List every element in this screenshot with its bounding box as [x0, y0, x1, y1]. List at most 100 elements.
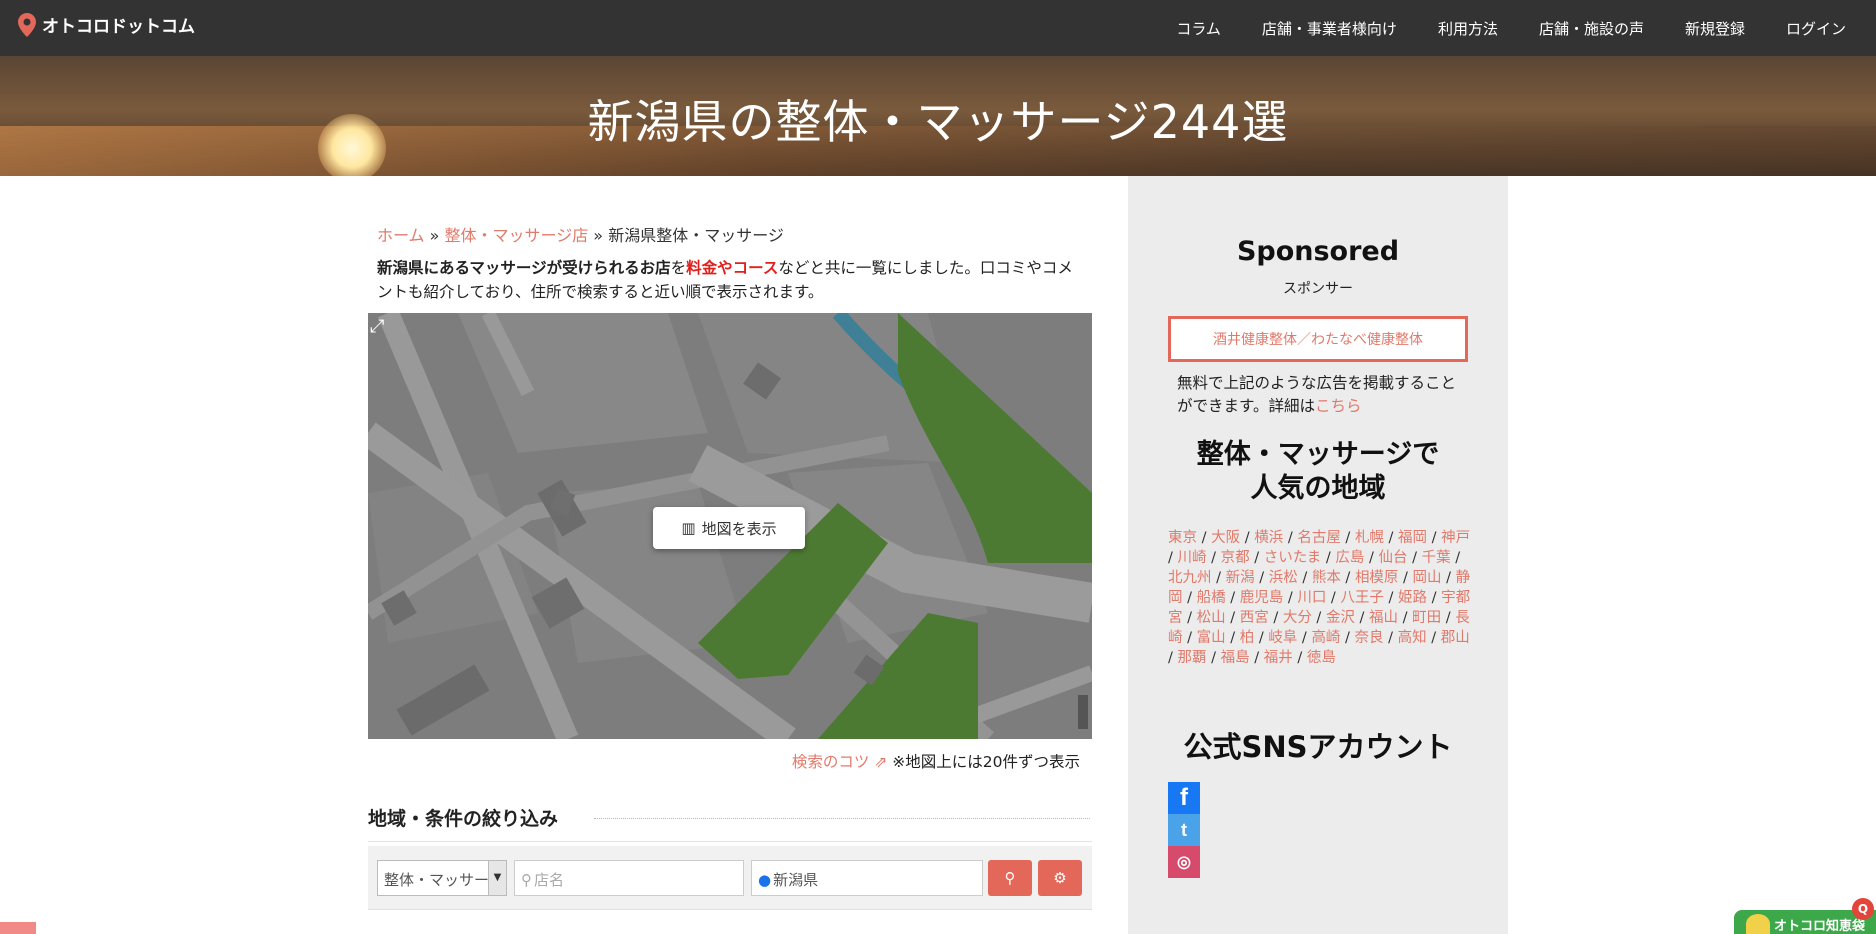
site-name: オトコロドットコム	[42, 17, 195, 37]
popular-title-line2: 人気の地域	[1250, 473, 1386, 504]
region-separator: /	[1297, 630, 1312, 646]
region-link[interactable]: 北九州	[1168, 570, 1212, 586]
region-separator: /	[1182, 630, 1197, 646]
region-link[interactable]: 町田	[1412, 610, 1441, 626]
map-pin-icon	[18, 12, 36, 37]
region-separator: /	[1197, 530, 1212, 546]
region-separator: /	[1225, 590, 1240, 606]
region-link[interactable]: 那覇	[1178, 650, 1207, 666]
region-link[interactable]: 姫路	[1398, 590, 1427, 606]
region-link[interactable]: 神戸	[1441, 530, 1470, 546]
location-input[interactable]: ● 新潟県	[751, 860, 983, 896]
region-link[interactable]: 船橋	[1197, 590, 1226, 606]
region-link[interactable]: 福岡	[1398, 530, 1427, 546]
region-link[interactable]: 西宮	[1240, 610, 1269, 626]
sponsored-ad-link[interactable]: 酒井健康整体／わたなべ健康整体	[1168, 316, 1468, 362]
sponsored-title: Sponsored	[1236, 236, 1400, 267]
nav-login[interactable]: ログイン	[1786, 18, 1846, 39]
nav-register[interactable]: 新規登録	[1685, 18, 1745, 39]
site-logo[interactable]: オトコロドットコム	[18, 12, 195, 37]
region-link[interactable]: 浜松	[1269, 570, 1298, 586]
region-link[interactable]: 徳島	[1307, 650, 1336, 666]
instagram-icon[interactable]: ◎	[1168, 846, 1200, 878]
intro-highlight: 料金やコース	[686, 259, 779, 277]
region-link[interactable]: 福山	[1369, 610, 1398, 626]
region-separator: /	[1427, 530, 1442, 546]
region-link[interactable]: さいたま	[1264, 550, 1322, 566]
region-link[interactable]: 岡山	[1413, 570, 1442, 586]
region-link[interactable]: 札幌	[1355, 530, 1384, 546]
region-link[interactable]: 奈良	[1355, 630, 1384, 646]
map-note: ※地図上には20件ずつ表示	[892, 753, 1080, 771]
nav-column[interactable]: コラム	[1176, 18, 1221, 39]
breadcrumb-category[interactable]: 整体・マッサージ店	[445, 226, 589, 245]
region-link[interactable]: 高崎	[1311, 630, 1340, 646]
region-link[interactable]: 相模原	[1355, 570, 1399, 586]
region-link[interactable]: 千葉	[1422, 550, 1451, 566]
chevron-down-icon: ▼	[488, 861, 506, 895]
show-map-button[interactable]: ▥ 地図を表示	[653, 507, 805, 549]
facebook-icon[interactable]: f	[1168, 782, 1200, 814]
breadcrumb-current: 新潟県整体・マッサージ	[608, 226, 784, 245]
region-link[interactable]: 新潟	[1226, 570, 1255, 586]
top-nav-bar: オトコロドットコム コラム 店舗・事業者様向け 利用方法 店舗・施設の声 新規登…	[0, 0, 1876, 56]
region-link[interactable]: 熊本	[1312, 570, 1341, 586]
region-link[interactable]: 広島	[1335, 550, 1364, 566]
chat-bubble-icon	[1746, 914, 1770, 934]
nav-how-to-use[interactable]: 利用方法	[1438, 18, 1498, 39]
region-separator: /	[1340, 630, 1355, 646]
region-separator: /	[1240, 530, 1255, 546]
region-link[interactable]: 大分	[1283, 610, 1312, 626]
breadcrumb-sep: »	[429, 226, 440, 245]
region-link[interactable]: 東京	[1168, 530, 1197, 546]
region-link[interactable]: 高知	[1398, 630, 1427, 646]
nav-business[interactable]: 店舗・事業者様向け	[1262, 18, 1397, 39]
map-scroll-handle[interactable]	[1078, 695, 1088, 729]
settings-button[interactable]: ⚙	[1038, 860, 1082, 896]
region-link[interactable]: 川崎	[1178, 550, 1207, 566]
region-link[interactable]: 松山	[1197, 610, 1226, 626]
breadcrumb-home[interactable]: ホーム	[377, 226, 425, 245]
region-separator: /	[1254, 630, 1269, 646]
sns-title: 公式SNSアカウント	[1183, 730, 1453, 764]
map-area[interactable]: ⤢ ▥ 地図を表示	[368, 313, 1092, 739]
location-pin-icon: ●	[758, 871, 772, 889]
region-link[interactable]: 柏	[1240, 630, 1255, 646]
twitter-icon[interactable]: t	[1168, 814, 1200, 846]
corner-tab[interactable]	[0, 922, 36, 934]
region-separator: /	[1407, 550, 1422, 566]
shop-name-placeholder: 店名	[534, 871, 565, 889]
region-separator: /	[1206, 550, 1221, 566]
gear-icon: ⚙	[1053, 869, 1067, 887]
category-select[interactable]: 整体・マッサージ店 ▼	[377, 860, 507, 896]
region-separator: /	[1340, 570, 1355, 586]
shop-name-input[interactable]: ⚲ 店名	[514, 860, 744, 896]
region-link[interactable]: 郡山	[1441, 630, 1470, 646]
region-link[interactable]: 鹿児島	[1240, 590, 1284, 606]
search-button[interactable]: ⚲	[988, 860, 1032, 896]
region-link[interactable]: 横浜	[1254, 530, 1283, 546]
region-separator: /	[1354, 610, 1370, 626]
breadcrumb-sep: »	[593, 226, 604, 245]
ad-details-link[interactable]: こちら	[1315, 397, 1362, 415]
region-link[interactable]: 八王子	[1340, 590, 1384, 606]
region-separator: /	[1283, 530, 1298, 546]
search-tips-link[interactable]: 検索のコツ	[792, 753, 870, 771]
region-separator: /	[1398, 610, 1413, 626]
region-link[interactable]: 金沢	[1326, 610, 1355, 626]
region-link[interactable]: 川口	[1297, 590, 1326, 606]
region-link[interactable]: 福島	[1221, 650, 1250, 666]
region-link[interactable]: 富山	[1197, 630, 1226, 646]
region-separator: /	[1427, 590, 1442, 606]
nav-voices[interactable]: 店舗・施設の声	[1539, 18, 1644, 39]
location-value: 新潟県	[773, 871, 819, 889]
popular-title-line1: 整体・マッサージで	[1196, 439, 1440, 470]
chat-widget[interactable]: オトコロ知恵袋 Q	[1734, 898, 1876, 934]
region-link[interactable]: 大阪	[1211, 530, 1240, 546]
region-link[interactable]: 福井	[1264, 650, 1293, 666]
region-link[interactable]: 名古屋	[1297, 530, 1341, 546]
region-link[interactable]: 仙台	[1379, 550, 1408, 566]
expand-icon[interactable]: ⤢	[370, 318, 388, 336]
region-link[interactable]: 京都	[1221, 550, 1250, 566]
region-link[interactable]: 岐阜	[1268, 630, 1297, 646]
